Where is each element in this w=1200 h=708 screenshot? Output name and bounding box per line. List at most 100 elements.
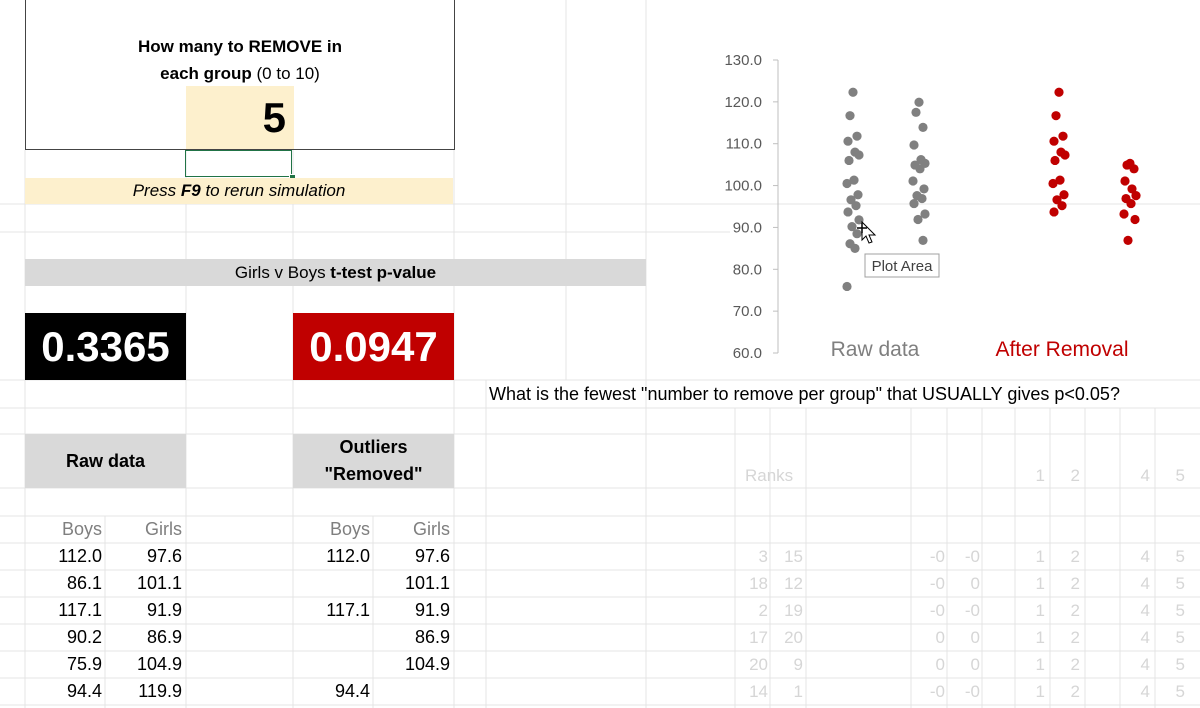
raw-girls-cell[interactable]: 101.1 bbox=[105, 570, 182, 597]
ranks-cell: 20 bbox=[784, 628, 803, 647]
remove-count-box: How many to REMOVE in each group (0 to 1… bbox=[25, 0, 455, 150]
raw-p-value: 0.3365 bbox=[25, 313, 186, 380]
raw-boys-cell[interactable]: 90.2 bbox=[25, 624, 102, 651]
ranks-cell: 1 bbox=[1035, 574, 1045, 593]
raw-girls-cell[interactable]: 119.9 bbox=[105, 678, 182, 705]
removed-girls-cell[interactable]: 91.9 bbox=[373, 597, 450, 624]
raw-boys-point bbox=[845, 111, 855, 121]
raw-girls-cell[interactable]: 91.9 bbox=[105, 597, 182, 624]
raw-girls-point bbox=[911, 107, 921, 117]
raw-girls-cell[interactable]: 86.9 bbox=[105, 624, 182, 651]
removed-girls-cell[interactable]: 104.9 bbox=[373, 651, 450, 678]
raw-girls-point bbox=[918, 122, 928, 132]
ranks-cell: 20 bbox=[749, 655, 768, 674]
removed-girls-point bbox=[1123, 235, 1133, 246]
ranks-cell: 2 bbox=[1070, 601, 1080, 620]
ranks-cell: 2 bbox=[1070, 547, 1080, 566]
ranks-cell: 2 bbox=[1070, 628, 1080, 647]
removed-header-line2: "Removed" bbox=[324, 464, 423, 484]
hint-prefix: Press bbox=[132, 181, 181, 200]
removed-header-line1: Outliers bbox=[339, 437, 408, 457]
raw-boys-point bbox=[842, 178, 852, 189]
ranks-cell: 4 bbox=[1140, 601, 1150, 620]
ranks-cell: 5 bbox=[1175, 574, 1185, 593]
ranks-cell: 3 bbox=[758, 547, 768, 566]
removed-boys-point bbox=[1054, 87, 1064, 97]
raw-boys-cell[interactable]: 94.4 bbox=[25, 678, 102, 705]
remove-count-value: 5 bbox=[262, 94, 286, 141]
raw-girls-cell[interactable]: 97.6 bbox=[105, 543, 182, 570]
dot-plot-chart[interactable]: 130.0 120.0 110.0 100.0 90.0 80.0 70.0 60.0 Raw … bbox=[700, 0, 1200, 380]
raw-boys-point bbox=[844, 155, 854, 166]
ranks-header-num: 4 bbox=[1140, 466, 1150, 485]
raw-boys-point bbox=[850, 243, 860, 253]
raw-boys-point bbox=[851, 201, 861, 211]
ranks-cell: 2 bbox=[1070, 682, 1080, 701]
raw-girls-cell[interactable]: 104.9 bbox=[105, 651, 182, 678]
raw-girls-point bbox=[918, 235, 928, 246]
removed-boys-cell[interactable]: 117.1 bbox=[293, 597, 370, 624]
raw-boys-point bbox=[852, 229, 862, 239]
raw-boys-point bbox=[854, 150, 864, 160]
ranks-cell: 0 bbox=[970, 628, 980, 647]
ranks-cell: 1 bbox=[1035, 655, 1045, 674]
raw-girls-point bbox=[913, 214, 923, 225]
raw-boys-cell[interactable]: 112.0 bbox=[25, 543, 102, 570]
removed-boys-point bbox=[1051, 111, 1061, 121]
ranks-header-num: 1 bbox=[1035, 466, 1045, 485]
ttest-header-bold: t-test p-value bbox=[330, 263, 437, 282]
raw-boys-cell[interactable]: 75.9 bbox=[25, 651, 102, 678]
raw-boys-cell[interactable]: 86.1 bbox=[25, 570, 102, 597]
raw-girls-point bbox=[919, 184, 929, 194]
raw-boys-point bbox=[852, 131, 862, 141]
removed-girls-cell[interactable]: 97.6 bbox=[373, 543, 450, 570]
raw-boys-cell[interactable]: 117.1 bbox=[25, 597, 102, 624]
ranks-cell: 1 bbox=[793, 682, 803, 701]
y-tick-label: 120.0 bbox=[724, 94, 762, 111]
ranks-cell: -0 bbox=[929, 682, 945, 701]
ranks-cell: 5 bbox=[1175, 682, 1185, 701]
removed-girls-cell[interactable] bbox=[373, 678, 450, 705]
removed-boys-cell[interactable] bbox=[293, 651, 370, 678]
selected-cell[interactable] bbox=[185, 150, 292, 177]
ranks-cell: 0 bbox=[935, 628, 945, 647]
removed-data-header: Outliers "Removed" bbox=[293, 434, 454, 488]
ranks-cell: -0 bbox=[929, 601, 945, 620]
ranks-cell: -0 bbox=[964, 547, 980, 566]
ranks-cell: 1 bbox=[1035, 682, 1045, 701]
raw-girls-point bbox=[909, 198, 919, 209]
hint-suffix: to rerun simulation bbox=[200, 181, 346, 200]
x-category-label-raw: Raw data bbox=[831, 338, 920, 361]
removed-boys-cell[interactable]: 112.0 bbox=[293, 543, 370, 570]
ranks-cell: 4 bbox=[1140, 574, 1150, 593]
ranks-cell: 5 bbox=[1175, 601, 1185, 620]
raw-girls-point bbox=[917, 193, 927, 204]
remove-count-title: How many to REMOVE in bbox=[137, 37, 343, 56]
ranks-cell: -0 bbox=[929, 547, 945, 566]
removed-girls-point bbox=[1126, 198, 1136, 209]
ranks-cell: 1 bbox=[1035, 601, 1045, 620]
ranks-header-num: 5 bbox=[1175, 466, 1185, 485]
col-header-boys-removed: Boys bbox=[329, 519, 370, 539]
removed-boys-point bbox=[1058, 131, 1068, 141]
ranks-header-num: 2 bbox=[1070, 466, 1080, 485]
removed-girls-cell[interactable]: 86.9 bbox=[373, 624, 450, 651]
ranks-cell: 4 bbox=[1140, 547, 1150, 566]
y-tick-label: 90.0 bbox=[733, 219, 762, 236]
y-tick-label: 100.0 bbox=[724, 178, 762, 195]
removed-girls-point bbox=[1131, 191, 1141, 201]
ranks-cell: 14 bbox=[749, 682, 768, 701]
removed-girls-point bbox=[1120, 176, 1130, 186]
ranks-cell: 19 bbox=[784, 601, 803, 620]
remove-count-input[interactable]: 5 bbox=[186, 86, 294, 149]
removed-boys-point bbox=[1057, 201, 1067, 211]
ranks-cell: -0 bbox=[929, 574, 945, 593]
ranks-cell: 0 bbox=[970, 655, 980, 674]
removed-boys-point bbox=[1050, 155, 1060, 166]
removed-boys-cell[interactable] bbox=[293, 570, 370, 597]
remove-count-subtitle-bold: each group bbox=[160, 64, 252, 83]
removed-boys-cell[interactable]: 94.4 bbox=[293, 678, 370, 705]
removed-boys-point bbox=[1060, 150, 1070, 160]
removed-girls-cell[interactable]: 101.1 bbox=[373, 570, 450, 597]
removed-boys-cell[interactable] bbox=[293, 624, 370, 651]
